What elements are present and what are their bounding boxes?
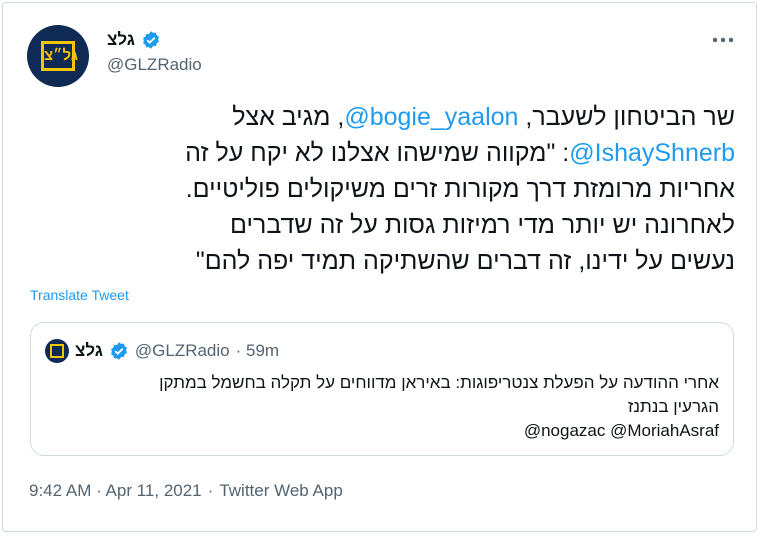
author-display-name[interactable]: גלצ bbox=[107, 30, 135, 50]
quoted-tweet[interactable]: גלצ @GLZRadio · 59m אחרי ההודעה על הפעלת… bbox=[30, 322, 734, 456]
quoted-line-1: אחרי ההודעה על הפעלת צנטריפוגות: באיראן … bbox=[159, 373, 719, 392]
tweet-source: Twitter Web App bbox=[219, 481, 343, 500]
quoted-tweet-header: גלצ @GLZRadio · 59m bbox=[45, 339, 279, 363]
tweet-card: גל״צ גלצ @GLZRadio שר הביטחון לשעבר, @bo… bbox=[2, 2, 757, 532]
mention-link-bogie-yaalon[interactable]: @bogie_yaalon bbox=[344, 103, 518, 131]
tweet-text: שר הביטחון לשעבר, @bogie_yaalon, מגיב אצ… bbox=[25, 99, 735, 279]
glz-logo: גל״צ bbox=[41, 41, 78, 71]
quoted-mentions: @nogazac @MoriahAsraf bbox=[523, 421, 719, 440]
tweet-line-3: אחריות מרומזת דרך מקורות זרים משיקולים פ… bbox=[185, 175, 735, 203]
tweet-line-5: נעשים על ידינו, זה דברים שהשתיקה תמיד יפ… bbox=[195, 247, 735, 275]
quoted-line-2: הגרעין בנתנז bbox=[627, 397, 719, 416]
quoted-tweet-time: · 59m bbox=[235, 341, 280, 360]
tweet-text-segment: שר הביטחון לשעבר, bbox=[518, 103, 735, 131]
author-handle[interactable]: @GLZRadio bbox=[107, 55, 202, 75]
tweet-line-1: שר הביטחון לשעבר, @bogie_yaalon, מגיב אצ… bbox=[25, 99, 735, 135]
quoted-author-handle: @GLZRadio bbox=[134, 341, 230, 360]
verified-badge-icon bbox=[142, 31, 159, 49]
tweet-timestamp[interactable]: 9:42 AM · Apr 11, 2021 bbox=[29, 481, 202, 501]
quoted-author-name: גלצ bbox=[75, 341, 103, 360]
translate-tweet-link[interactable]: Translate Tweet bbox=[30, 287, 129, 303]
quoted-tweet-text: אחרי ההודעה על הפעלת צנטריפוגות: באיראן … bbox=[47, 371, 719, 443]
quoted-author-avatar bbox=[45, 339, 69, 363]
footer-separator: · bbox=[207, 481, 214, 500]
tweet-line-2: @IshayShnerb: "מקווה שמישהו אצלנו לא יקח… bbox=[25, 135, 735, 171]
more-options-icon bbox=[712, 37, 734, 43]
more-options-button[interactable] bbox=[708, 25, 738, 55]
tweet-footer: 9:42 AM · Apr 11, 2021 · Twitter Web App bbox=[29, 481, 343, 501]
tweet-line-4: לאחרונה יש יותר מדי רמיזות גסות על זה שד… bbox=[230, 211, 735, 239]
tweet-text-segment: : "מקווה שמישהו אצלנו לא יקח על זה bbox=[185, 139, 570, 167]
mention-link-ishayshnerb[interactable]: @IshayShnerb bbox=[569, 139, 735, 167]
author-avatar[interactable]: גל״צ bbox=[27, 25, 89, 87]
verified-badge-icon bbox=[110, 342, 127, 360]
author-name-row[interactable]: גלצ bbox=[107, 29, 161, 51]
tweet-text-segment: , מגיב אצל bbox=[232, 103, 345, 131]
